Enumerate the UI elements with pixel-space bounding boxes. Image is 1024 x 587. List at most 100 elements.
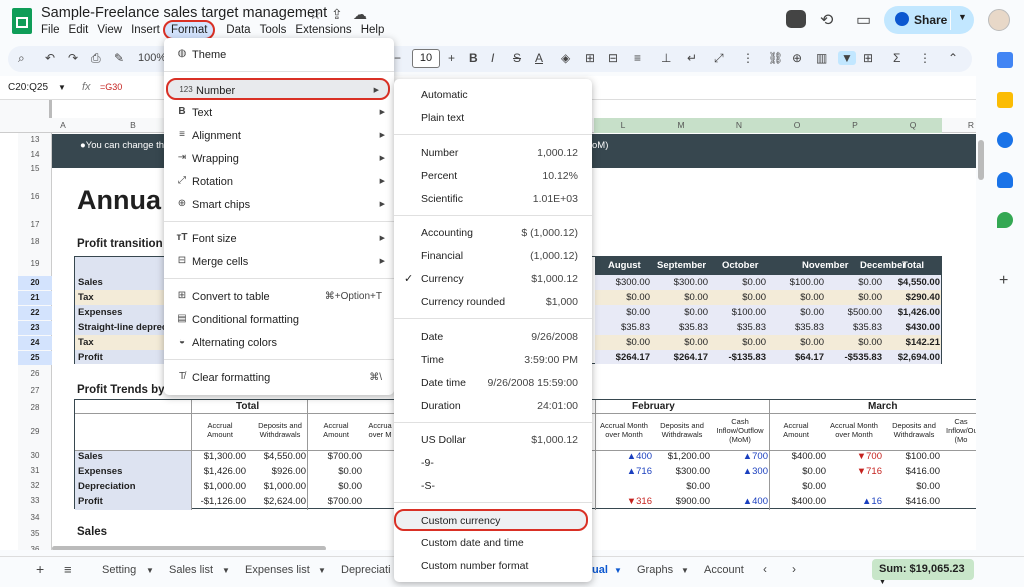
row-number[interactable]: 22 [18,306,52,320]
transition-cell[interactable]: $0.00 [652,307,708,318]
transition-cell[interactable]: $35.83 [594,322,650,333]
format-menu-alternating-colors[interactable]: ◒ Alternating colors [164,332,394,354]
chevron-down-icon[interactable]: ▼ [318,566,326,575]
trend-cell[interactable]: $1,200.00 [654,451,710,462]
menu-tools[interactable]: Tools [260,24,287,36]
borders-icon[interactable]: ⊞ [585,51,595,65]
strikethrough-icon[interactable]: S [513,51,521,65]
transition-cell[interactable]: $0.00 [594,292,650,303]
transition-cell[interactable]: $0.00 [710,337,766,348]
all-sheets-icon[interactable]: ≡ [64,562,72,577]
transition-row-label[interactable]: Tax [78,292,166,303]
vertical-scrollbar[interactable] [978,140,984,180]
sheet-tab-depreciation[interactable]: Depreciati [341,564,391,576]
trend-cell[interactable]: $0.00 [654,481,710,492]
document-title[interactable]: Sample-Freelance sales target management [41,5,327,21]
number-custom-number-format[interactable]: Custom number format [394,555,592,577]
filter-icon[interactable]: ▼ [838,51,856,65]
trend-cell[interactable]: $0.00 [306,481,362,492]
transition-row-label[interactable]: Straight-line depreci [78,322,166,333]
menu-view[interactable]: View [97,24,122,36]
row-number[interactable]: 20 [18,276,52,290]
transition-cell[interactable]: $0.00 [826,337,882,348]
trend-cell[interactable]: ▼316 [596,496,652,507]
transition-cell[interactable]: $0.00 [768,307,824,318]
format-menu-convert-to-table[interactable]: ⊞ Convert to table ⌘+Option+T [164,286,394,308]
name-box-dropdown-icon[interactable]: ▼ [58,83,66,92]
chart-icon[interactable]: ▥ [816,51,827,65]
transition-cell[interactable]: $0.00 [652,337,708,348]
add-icon[interactable]: + [999,272,1015,289]
align-icon[interactable]: ≡ [634,51,641,65]
trend-row-label[interactable]: Expenses [78,466,122,477]
transition-cell[interactable]: $35.83 [652,322,708,333]
valign-icon[interactable]: ⊥ [661,51,671,65]
column-header-cell[interactable]: P [826,118,884,133]
transition-cell[interactable]: -$135.83 [710,352,766,363]
trend-cell[interactable]: -$1,126.00 [190,496,246,507]
calendar-icon[interactable] [997,52,1013,68]
menu-file[interactable]: File [41,24,60,36]
redo-icon[interactable]: ↷ [68,51,78,65]
number-format-negs[interactable]: -S- [394,475,592,497]
maps-icon[interactable] [997,212,1013,228]
number-date[interactable]: Date 9/26/2008 [394,326,592,348]
transition-cell[interactable]: $2,694.00 [884,352,940,363]
trend-cell[interactable]: $1,300.00 [190,451,246,462]
number-number[interactable]: Number 1,000.12 [394,142,592,164]
transition-cell[interactable]: $0.00 [594,337,650,348]
number-custom-date-time[interactable]: Custom date and time [394,532,592,554]
column-header-cell[interactable]: N [710,118,768,133]
collapse-icon[interactable]: ⌃ [948,51,958,65]
zoom-select[interactable]: 100% [138,52,166,64]
avatar[interactable] [988,9,1010,31]
trend-cell[interactable]: ▲700 [712,451,768,462]
trend-cell[interactable]: ▼700 [826,451,882,462]
row-number[interactable]: 17 [18,220,52,229]
trend-cell[interactable]: $416.00 [884,466,940,477]
row-number[interactable]: 31 [18,466,52,475]
meet-icon[interactable] [786,10,806,28]
trend-cell[interactable]: ▼716 [826,466,882,477]
format-menu-merge-cells[interactable]: ⊟ Merge cells ▶ [164,251,394,273]
transition-cell[interactable]: $0.00 [594,307,650,318]
chevron-right-icon[interactable]: › [792,562,796,576]
transition-cell[interactable]: $142.21 [884,337,940,348]
menu-data[interactable]: Data [226,24,250,36]
functions-icon[interactable]: Σ [893,51,900,65]
transition-cell[interactable]: $0.00 [826,277,882,288]
transition-cell[interactable]: $1,426.00 [884,307,940,318]
transition-cell[interactable]: $35.83 [768,322,824,333]
row-number[interactable]: 18 [18,237,52,246]
trend-row-label[interactable]: Depreciation [78,481,136,492]
format-menu-text[interactable]: B Text ▶ [164,102,394,124]
filter-views-icon[interactable]: ⊞ [863,51,873,65]
transition-row-label[interactable]: Expenses [78,307,166,318]
format-menu-number[interactable]: 123 Number ▶ [166,78,390,100]
transition-cell[interactable]: $0.00 [710,292,766,303]
formula-input[interactable]: =G30 [100,82,122,92]
print-icon[interactable]: ⎙ [91,51,101,66]
add-sheet-icon[interactable]: + [36,561,44,577]
chevron-down-icon[interactable]: ▼ [958,12,967,22]
sheet-tab-graphs[interactable]: Graphs [637,564,673,576]
transition-cell[interactable]: $0.00 [768,337,824,348]
format-menu-conditional-formatting[interactable]: ▤ Conditional formatting [164,309,394,331]
column-header-cell[interactable]: A [52,120,74,130]
trend-cell[interactable]: ▲400 [596,451,652,462]
format-menu-clear-formatting[interactable]: T̸ Clear formatting ⌘\ [164,367,394,389]
horizontal-scrollbar[interactable] [52,546,326,550]
bold-icon[interactable]: B [469,51,478,65]
fill-color-icon[interactable]: ◈ [561,51,570,65]
comment-icon[interactable]: ▭ [856,10,871,30]
row-number[interactable]: 28 [18,403,52,412]
sum-indicator[interactable]: Sum: $19,065.23 ▼ [872,559,974,586]
row-number[interactable]: 26 [18,369,52,378]
column-header-cell[interactable]: L [594,118,652,133]
format-menu-font-size[interactable]: тT Font size ▶ [164,228,394,250]
sheet-tab-sales-list[interactable]: Sales list [169,564,213,576]
number-duration[interactable]: Duration 24:01:00 [394,395,592,417]
cloud-status-icon[interactable]: ☁ [353,6,367,23]
transition-cell[interactable]: $35.83 [710,322,766,333]
format-menu-wrapping[interactable]: ⇥ Wrapping ▶ [164,148,394,170]
